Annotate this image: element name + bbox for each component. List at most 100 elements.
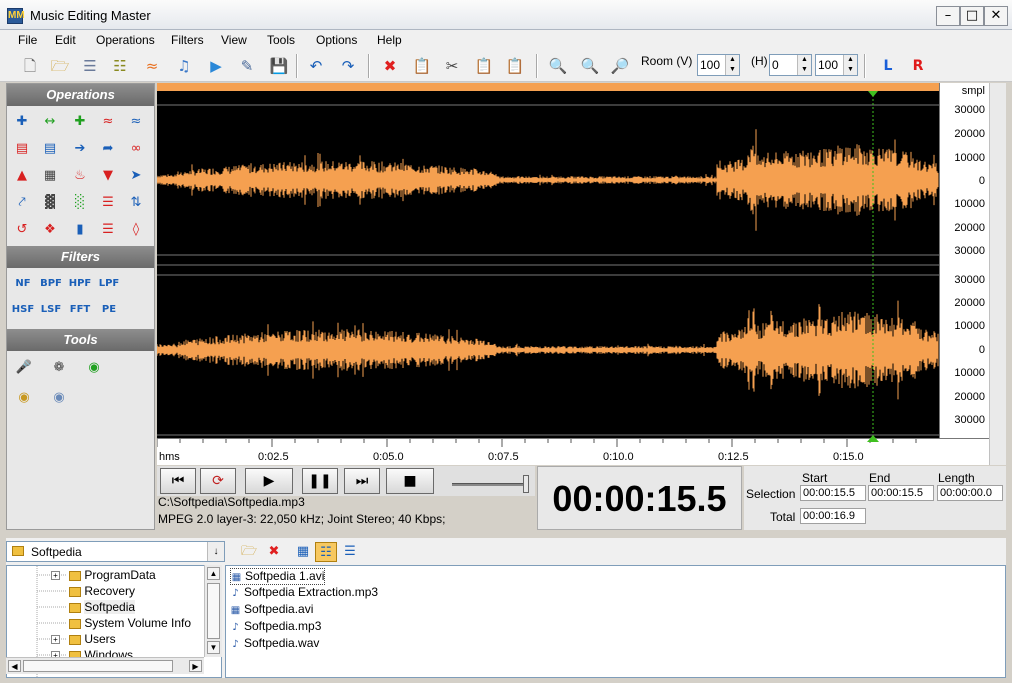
menu-edit[interactable]: Edit <box>55 33 76 47</box>
cd-burner-icon[interactable]: ◉ <box>47 386 71 410</box>
echo-icon[interactable]: ▲ <box>10 164 34 188</box>
waveform-display[interactable] <box>157 83 989 438</box>
menu-file[interactable]: File <box>18 33 37 47</box>
bpf-filter-button[interactable]: BPF <box>38 273 64 295</box>
fft-filter-button[interactable]: FFT <box>67 299 93 321</box>
tempo-icon[interactable]: ➤ <box>124 164 148 188</box>
tree-item-recovery[interactable]: Recovery <box>69 584 135 598</box>
shift-icon[interactable]: ➦ <box>96 137 120 161</box>
list-item[interactable]: ♪Softpedia.wav <box>230 636 319 651</box>
noise-icon[interactable]: ▓ <box>38 191 62 215</box>
menu-help[interactable]: Help <box>377 33 402 47</box>
selection-end-field[interactable]: 00:00:15.5 <box>868 485 934 501</box>
scroll-left-icon[interactable]: ◀ <box>8 660 21 672</box>
open-folder-icon[interactable]: 🗁 <box>48 54 72 78</box>
move-right-icon[interactable]: ➔ <box>68 137 92 161</box>
hpf-filter-button[interactable]: HPF <box>67 273 93 295</box>
left-channel-button[interactable]: L <box>876 54 900 78</box>
invert-icon[interactable]: ↺ <box>10 218 34 242</box>
trim-icon[interactable]: ↔ <box>38 110 62 134</box>
pitch-icon[interactable]: ▼ <box>96 164 120 188</box>
music-icon[interactable]: ♫ <box>172 54 196 78</box>
id3-tag-icon[interactable]: ◉ <box>82 356 106 380</box>
tree-item-users[interactable]: Users <box>69 632 116 646</box>
reverse-icon[interactable]: ⤤ <box>10 191 34 215</box>
cut-icon[interactable]: ✂ <box>440 54 464 78</box>
vibrato-icon[interactable]: ♨ <box>68 164 92 188</box>
paste-icon[interactable]: 📋 <box>472 54 496 78</box>
paste-new-icon[interactable]: 📋 <box>503 54 527 78</box>
channel-icon[interactable]: ▮ <box>68 218 92 242</box>
redo-icon[interactable]: ↷ <box>336 54 360 78</box>
time-ruler[interactable]: hms 0:02.5 0:05.0 0:07.5 0:10.0 0:12.5 0… <box>157 438 989 465</box>
new-file-icon[interactable]: 🗋 <box>18 54 42 78</box>
equalizer-icon[interactable]: ☰ <box>96 218 120 242</box>
zoom-in-icon[interactable]: 🔍 <box>546 54 570 78</box>
scroll-down-icon[interactable]: ▼ <box>207 641 220 654</box>
selection-length-field[interactable]: 00:00:00.0 <box>937 485 1003 501</box>
scroll-thumb[interactable] <box>207 583 220 639</box>
tree-vertical-scrollbar[interactable]: ▲ ▼ <box>204 565 222 657</box>
lpf-filter-button[interactable]: LPF <box>96 273 122 295</box>
selection-start-field[interactable]: 00:00:15.5 <box>800 485 866 501</box>
batch-icon[interactable]: ☰ <box>78 54 102 78</box>
pe-filter-button[interactable]: PE <box>96 299 122 321</box>
dropdown-arrow-icon[interactable]: ↓ <box>207 542 224 561</box>
go-to-start-button[interactable]: ⏮ <box>160 468 196 494</box>
convert-icon[interactable]: ☷ <box>108 54 132 78</box>
vertical-scrollbar[interactable] <box>989 83 1006 465</box>
tree-horizontal-scrollbar[interactable]: ◀ ▶ <box>6 657 204 674</box>
spin-arrows-icon[interactable]: ▲▼ <box>843 55 857 75</box>
menu-view[interactable]: View <box>221 33 247 47</box>
undo-icon[interactable]: ↶ <box>304 54 328 78</box>
normalize-icon[interactable]: ▤ <box>10 137 34 161</box>
nf-filter-button[interactable]: NF <box>10 273 36 295</box>
microphone-icon[interactable]: 🎤 <box>12 356 36 380</box>
spin-arrows-icon[interactable]: ▲▼ <box>725 55 739 75</box>
fade-in-icon[interactable]: ≈ <box>96 110 120 134</box>
hscroll-thumb[interactable] <box>23 660 173 672</box>
wave-icon[interactable]: ≈ <box>140 54 164 78</box>
new-folder-icon[interactable]: 🗁 <box>238 542 260 562</box>
hsf-filter-button[interactable]: HSF <box>10 299 36 321</box>
minimize-button[interactable]: – <box>936 6 960 26</box>
chorus-icon[interactable]: ░ <box>68 191 92 215</box>
h2-spinner[interactable]: 100 ▲▼ <box>815 54 858 76</box>
right-channel-button[interactable]: R <box>906 54 930 78</box>
volume-slider-thumb[interactable] <box>523 475 529 493</box>
repeat-icon[interactable]: ∞ <box>124 137 148 161</box>
menu-filters[interactable]: Filters <box>171 33 204 47</box>
go-to-end-button[interactable]: ⏭ <box>344 468 380 494</box>
stop-button[interactable]: ■ <box>386 468 434 494</box>
expand-users[interactable]: + <box>51 635 60 644</box>
tree-item-softpedia[interactable]: Softpedia <box>69 600 135 614</box>
list-item[interactable]: ♪Softpedia Extraction.mp3 <box>230 585 378 600</box>
crop-icon[interactable]: ✚ <box>68 110 92 134</box>
details-view-icon[interactable]: ☰ <box>339 542 361 562</box>
cursor-bottom-marker[interactable] <box>867 435 879 442</box>
menu-tools[interactable]: Tools <box>267 33 295 47</box>
menu-operations[interactable]: Operations <box>96 33 155 47</box>
play-media-icon[interactable]: ▶ <box>204 54 228 78</box>
play-selection-button[interactable]: ⟳ <box>200 468 236 494</box>
h-spinner[interactable]: 0 ▲▼ <box>769 54 812 76</box>
cursor-top-marker[interactable] <box>868 91 878 97</box>
list-item[interactable]: ▦Softpedia.avi <box>230 602 313 617</box>
expand-programdata[interactable]: + <box>51 571 60 580</box>
volume-slider-track[interactable] <box>452 483 527 486</box>
delete-icon[interactable]: ✖ <box>378 54 402 78</box>
large-icons-view-icon[interactable]: ▦ <box>292 542 314 562</box>
copy-icon[interactable]: 📋 <box>410 54 434 78</box>
selection-bar[interactable] <box>157 83 939 91</box>
film-reel-icon[interactable]: ❁ <box>47 356 71 380</box>
balance-icon[interactable]: ◊ <box>124 218 148 242</box>
scroll-up-icon[interactable]: ▲ <box>207 567 220 580</box>
play-button[interactable]: ▶ <box>245 468 293 494</box>
fade-out-icon[interactable]: ≈ <box>124 110 148 134</box>
stereo-icon[interactable]: ❖ <box>38 218 62 242</box>
room-v-spinner[interactable]: 100 ▲▼ <box>697 54 740 76</box>
close-button[interactable]: ✕ <box>984 6 1008 26</box>
file-list[interactable]: ▦Softpedia 1.avi ♪Softpedia Extraction.m… <box>225 565 1006 678</box>
tree-item-system-volume[interactable]: System Volume Info <box>69 616 191 630</box>
cd-ripper-icon[interactable]: ◉ <box>12 386 36 410</box>
